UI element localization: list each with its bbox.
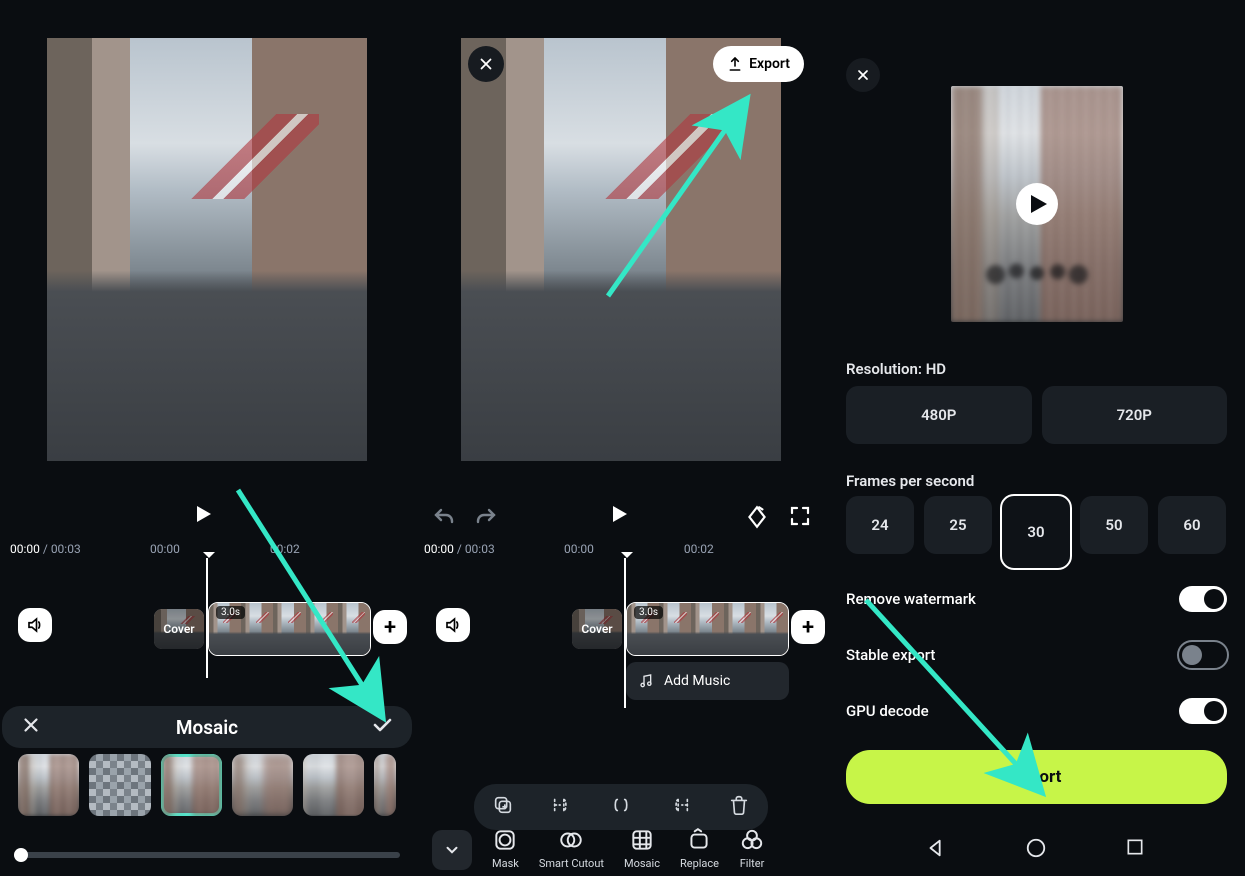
play-button[interactable] [613, 506, 637, 530]
toggle-stable-export: Stable export [846, 640, 1227, 670]
fps-option[interactable]: 25 [924, 496, 992, 554]
close-button[interactable] [846, 58, 880, 92]
play-button[interactable] [1016, 183, 1058, 225]
trash-icon [728, 794, 750, 816]
redo-button[interactable] [474, 506, 498, 536]
nav-recents-button[interactable] [1125, 837, 1147, 859]
circle-home-icon [1025, 837, 1047, 859]
close-button[interactable] [468, 46, 504, 82]
nav-back-button[interactable] [925, 837, 947, 859]
speaker-icon [444, 616, 462, 634]
set-cover-button[interactable]: Cover [154, 609, 204, 649]
mosaic-title: Mosaic [2, 716, 412, 739]
toggle-gpu-decode: GPU decode [846, 696, 1227, 726]
panel-editor-with-export-pill: Export 00:00 / 00:03 00:00 00:02 [414, 34, 828, 876]
fullscreen-icon [788, 504, 812, 528]
mosaic-style-item[interactable] [232, 754, 293, 816]
music-note-icon [638, 673, 654, 689]
mosaic-style-item[interactable] [89, 754, 150, 816]
mute-button[interactable] [436, 608, 470, 642]
speaker-icon [26, 616, 44, 634]
keyframe-icon [744, 504, 770, 530]
add-clip-button[interactable]: + [791, 610, 825, 644]
tool-filter[interactable]: Filter [739, 827, 765, 870]
timeline-ruler: 00:00 00:02 [150, 542, 404, 556]
collapse-tools-button[interactable] [432, 830, 472, 870]
fps-option[interactable]: 60 [1158, 496, 1226, 554]
triangle-back-icon [925, 837, 947, 859]
mosaic-style-item[interactable] [18, 754, 79, 816]
split-right-icon [669, 794, 691, 816]
tool-smart-cutout[interactable]: Smart Cutout [539, 827, 604, 870]
switch-remove-watermark[interactable] [1179, 586, 1227, 612]
export-confirm-button[interactable]: Export [846, 750, 1227, 804]
panel-mosaic-picker: 00:00 / 00:03 00:00 00:02 Cover 3.0s + M… [0, 34, 414, 876]
tool-replace[interactable]: Replace [680, 827, 719, 870]
undo-button[interactable] [432, 506, 456, 536]
split-icon [610, 794, 632, 816]
switch-stable-export[interactable] [1179, 642, 1227, 668]
add-clip-button[interactable]: + [373, 610, 407, 644]
square-recents-icon [1125, 837, 1145, 857]
play-button[interactable] [197, 506, 221, 530]
timeline-ruler: 00:00 00:02 [564, 542, 818, 556]
mosaic-style-item[interactable] [374, 754, 396, 816]
android-nav-bar [886, 830, 1186, 866]
chevron-down-icon [443, 841, 461, 859]
fps-option[interactable]: 24 [846, 496, 914, 554]
resolution-label: Resolution: HD [846, 360, 946, 378]
duplicate-icon [492, 794, 514, 816]
upload-icon [727, 56, 743, 72]
mute-button[interactable] [18, 608, 52, 642]
cutout-icon [558, 827, 584, 853]
fps-option[interactable]: 50 [1080, 496, 1148, 554]
split-left-icon [551, 794, 573, 816]
clip-duration-badge: 3.0s [634, 606, 663, 619]
resolution-option[interactable]: 720P [1042, 386, 1228, 444]
export-label: Export [749, 56, 790, 72]
add-music-button[interactable]: Add Music [626, 662, 789, 700]
nav-home-button[interactable] [1025, 837, 1047, 859]
total-time: 00:03 [51, 542, 81, 556]
timeline-position: 00:00 / 00:03 [424, 542, 495, 556]
close-icon [477, 55, 495, 73]
fps-label: Frames per second [846, 472, 974, 490]
filter-icon [739, 827, 765, 853]
add-music-label: Add Music [664, 673, 730, 689]
export-preview[interactable] [951, 86, 1123, 322]
mosaic-style-list [18, 754, 396, 816]
preview-video[interactable] [461, 38, 781, 461]
slider-thumb[interactable] [14, 848, 28, 862]
fullscreen-button[interactable] [788, 504, 814, 530]
tool-mosaic[interactable]: Mosaic [624, 827, 660, 870]
mosaic-style-item-selected[interactable] [161, 754, 222, 816]
undo-icon [432, 506, 456, 530]
redo-icon [474, 506, 498, 530]
mosaic-titlebar: Mosaic [2, 706, 412, 748]
preview-video[interactable] [47, 38, 367, 461]
resolution-option[interactable]: 480P [846, 386, 1032, 444]
fps-option-selected[interactable]: 30 [1002, 496, 1070, 568]
replace-icon [686, 827, 712, 853]
toggle-remove-watermark: Remove watermark [846, 584, 1227, 614]
panel-export-settings: Resolution: HD 480P 720P Frames per seco… [828, 34, 1245, 876]
close-icon [855, 67, 871, 83]
set-cover-button[interactable]: Cover [572, 609, 622, 649]
keyframe-button[interactable] [744, 504, 770, 530]
mosaic-style-item[interactable] [303, 754, 364, 816]
switch-gpu-decode[interactable] [1179, 698, 1227, 724]
mosaic-icon [629, 827, 655, 853]
current-time: 00:00 [10, 542, 40, 556]
mask-icon [492, 827, 518, 853]
mosaic-intensity-slider[interactable] [14, 852, 400, 858]
timeline-position: 00:00 / 00:03 [10, 542, 81, 556]
export-button[interactable]: Export [713, 46, 804, 82]
clip-duration-badge: 3.0s [216, 606, 245, 619]
effect-tool-bar: Mask Smart Cutout Mosaic Replace Filter [432, 814, 818, 870]
tool-mask[interactable]: Mask [492, 827, 519, 870]
